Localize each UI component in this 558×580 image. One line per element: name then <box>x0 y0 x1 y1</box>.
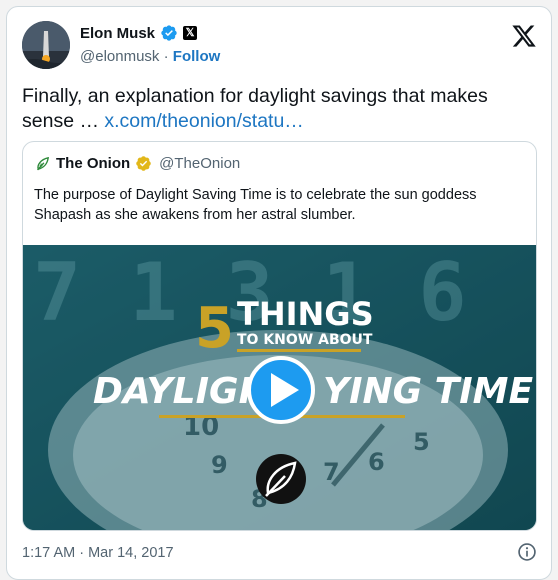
author-name-row: Elon Musk 𝕏 <box>80 24 198 42</box>
headline-know-about: TO KNOW ABOUT <box>237 332 373 348</box>
verified-badge-icon <box>161 25 177 41</box>
tweet-card: Elon Musk 𝕏 @elonmusk · Follow Finally, … <box>6 6 552 580</box>
info-icon[interactable] <box>517 542 537 562</box>
video-artwork: 7 1 3 1 6 10 9 8 7 6 5 5 THINGS TO KNOW … <box>23 245 536 530</box>
quote-text: The purpose of Daylight Saving Time is t… <box>34 187 477 223</box>
headline-things: THINGS <box>237 295 374 333</box>
gold-verified-badge-icon <box>136 156 151 171</box>
quote-author-name[interactable]: The Onion <box>56 155 130 172</box>
play-icon[interactable] <box>247 356 315 424</box>
x-affiliate-badge-icon: 𝕏 <box>183 26 198 40</box>
tweet-timestamp[interactable]: 1:17 AM · Mar 14, 2017 <box>22 545 174 561</box>
author-handle-row: @elonmusk · Follow <box>80 48 220 65</box>
follow-button[interactable]: Follow <box>173 48 221 65</box>
tweet-text: Finally, an explanation for daylight sav… <box>22 84 522 134</box>
author-name[interactable]: Elon Musk <box>80 25 155 42</box>
author-handle[interactable]: @elonmusk <box>80 48 159 65</box>
avatar[interactable] <box>22 21 70 69</box>
onion-logo-icon <box>37 156 49 171</box>
quoted-tweet[interactable]: The Onion @TheOnion The purpose of Dayli… <box>22 141 537 531</box>
x-logo-icon[interactable] <box>511 23 537 49</box>
onion-circle-logo-icon <box>256 454 306 504</box>
video-thumbnail[interactable]: 7 1 3 1 6 10 9 8 7 6 5 5 THINGS TO KNOW … <box>23 245 536 530</box>
quote-header: The Onion @TheOnion <box>34 155 240 172</box>
quote-author-handle[interactable]: @TheOnion <box>159 155 240 172</box>
headline-time: YING TIME <box>323 371 533 412</box>
headline-number: 5 <box>195 296 234 361</box>
separator-dot: · <box>163 48 169 65</box>
tweet-link[interactable]: x.com/theonion/statu… <box>104 110 303 132</box>
